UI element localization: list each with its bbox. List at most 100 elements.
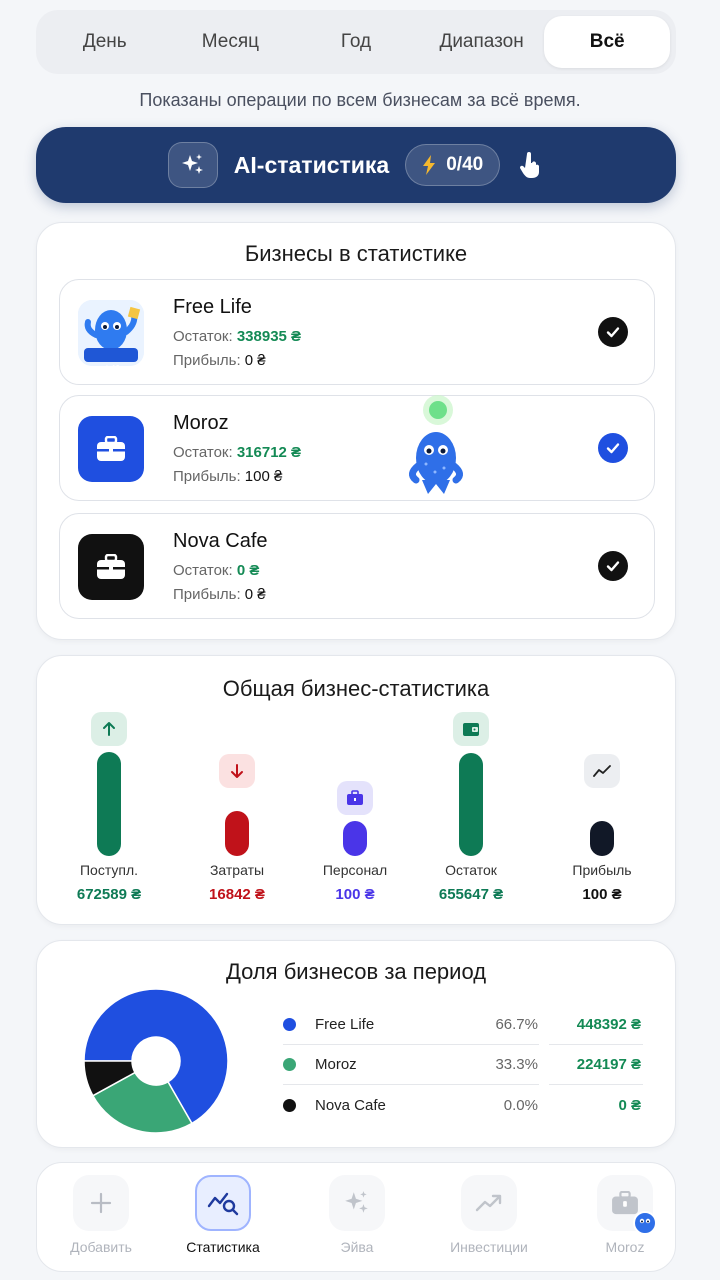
business-share-title: Доля бизнесов за период [225, 959, 487, 984]
bottom-navigation: Добавить Статистика Эйва Инвестиции Moro… [36, 1162, 676, 1272]
tab-year[interactable]: Год [293, 16, 419, 68]
business-share-card: Доля бизнесов за период Free Life 66.7% … [36, 940, 676, 1148]
profit-label: Прибыль: [173, 586, 241, 603]
tab-month[interactable]: Месяц [168, 16, 294, 68]
nav-label: Добавить [70, 1239, 132, 1255]
business-name: Free Life [173, 296, 252, 318]
legend-amount: 224197 ₴ [576, 1056, 641, 1073]
business-name: Nova Cafe [173, 530, 268, 552]
staff-briefcase-icon [337, 781, 373, 815]
stat-label: Прибыль [572, 862, 632, 878]
tab-day[interactable]: День [42, 16, 168, 68]
profit-value: 0 ₴ [244, 352, 266, 369]
balance-value: 338935 ₴ [236, 328, 302, 345]
ai-statistics-title: AI-статистика [233, 151, 390, 178]
tab-range[interactable]: Диапазон [419, 16, 545, 68]
legend-dot [283, 1099, 296, 1112]
mascot-badge-icon [633, 1211, 657, 1235]
ai-usage-counter: 0/40 [405, 144, 501, 186]
legend-dot [283, 1058, 296, 1071]
stat-value: 655647 ₴ [438, 886, 504, 903]
stat-label: Персонал [322, 862, 388, 878]
stat-value: 16842 ₴ [209, 886, 265, 903]
free-life-logo-text: reeLife [88, 364, 144, 366]
stat-bar [97, 752, 121, 856]
plus-icon [73, 1175, 129, 1231]
legend-dot [283, 1018, 296, 1031]
business-item-moroz[interactable]: Moroz Остаток: 316712 ₴ Прибыль: 100 ₴ [59, 395, 655, 501]
balance-value: 0 ₴ [236, 562, 260, 579]
profit-value: 0 ₴ [244, 586, 266, 603]
sparkles-icon [329, 1175, 385, 1231]
briefcase-logo [78, 416, 144, 482]
arrow-up-icon [91, 712, 127, 746]
check-icon[interactable] [598, 433, 628, 463]
legend-amount: 0 ₴ [618, 1097, 641, 1114]
business-stats-card: Общая бизнес-статистика Поступл. 672589 … [36, 655, 676, 925]
business-stats-title: Общая бизнес-статистика [222, 676, 490, 701]
stat-bar [459, 753, 483, 856]
legend-name: Free Life [315, 1016, 375, 1033]
share-donut-chart [83, 988, 229, 1134]
legend-row-nova-cafe: Nova Cafe 0.0% 0 ₴ [283, 1086, 643, 1126]
profit-label: Прибыль: [173, 468, 241, 485]
divider [283, 1084, 539, 1085]
legend-name: Nova Cafe [315, 1097, 386, 1114]
business-balance-line: Остаток: 338935 ₴ [173, 328, 301, 345]
stat-bar [225, 811, 249, 856]
sparkles-icon [167, 142, 218, 188]
stats-search-icon [195, 1175, 251, 1231]
balance-label: Остаток: [173, 562, 233, 579]
stat-value: 100 ₴ [582, 886, 622, 903]
legend-name: Moroz [315, 1056, 357, 1073]
ai-statistics-button[interactable]: AI-статистика 0/40 [36, 127, 676, 203]
trend-icon [584, 754, 620, 788]
stat-label: Остаток [445, 862, 497, 878]
profit-value: 100 ₴ [244, 468, 283, 485]
ai-usage-count: 0/40 [446, 154, 484, 175]
nav-eva[interactable]: Эйва [293, 1163, 421, 1273]
business-balance-line: Остаток: 0 ₴ [173, 562, 259, 579]
mascot-icon[interactable] [404, 394, 468, 498]
nav-business-moroz[interactable]: Moroz [561, 1163, 689, 1273]
legend-row-free-life: Free Life 66.7% 448392 ₴ [283, 1005, 643, 1045]
business-item-nova-cafe[interactable]: Nova Cafe Остаток: 0 ₴ Прибыль: 0 ₴ [59, 513, 655, 619]
divider [549, 1084, 643, 1085]
profit-label: Прибыль: [173, 352, 241, 369]
nav-label: Moroz [605, 1239, 645, 1255]
nav-add[interactable]: Добавить [37, 1163, 165, 1273]
stat-bar [590, 821, 614, 856]
balance-label: Остаток: [173, 328, 233, 345]
nav-label: Инвестиции [450, 1239, 528, 1255]
tab-all[interactable]: Всё [544, 16, 670, 68]
business-profit-line: Прибыль: 100 ₴ [173, 468, 282, 485]
trend-up-icon [461, 1175, 517, 1231]
businesses-card-title: Бизнесы в статистике [244, 241, 468, 266]
legend-row-moroz: Moroz 33.3% 224197 ₴ [283, 1045, 643, 1085]
arrow-down-icon [219, 754, 255, 788]
nav-statistics[interactable]: Статистика [159, 1163, 287, 1273]
tap-hand-icon [516, 150, 544, 180]
business-profit-line: Прибыль: 0 ₴ [173, 352, 266, 369]
balance-label: Остаток: [173, 444, 233, 461]
business-profit-line: Прибыль: 0 ₴ [173, 586, 266, 603]
balance-value: 316712 ₴ [236, 444, 302, 461]
legend-percent: 33.3% [495, 1056, 538, 1073]
nav-label: Статистика [186, 1239, 260, 1255]
stat-value: 100 ₴ [335, 886, 375, 903]
stat-value: 672589 ₴ [76, 886, 142, 903]
business-item-free-life[interactable]: reeLife Free Life Остаток: 338935 ₴ Приб… [59, 279, 655, 385]
businesses-card: Бизнесы в статистике reeLife Free Life О… [36, 222, 676, 640]
nav-label: Эйва [340, 1239, 374, 1255]
period-description: Показаны операции по всем бизнесам за вс… [139, 90, 581, 110]
period-tabs: День Месяц Год Диапазон Всё [36, 10, 676, 74]
business-balance-line: Остаток: 316712 ₴ [173, 444, 301, 461]
briefcase-icon [597, 1175, 657, 1235]
stat-bar [343, 821, 367, 856]
check-icon[interactable] [598, 317, 628, 347]
nav-investments[interactable]: Инвестиции [425, 1163, 553, 1273]
legend-percent: 66.7% [495, 1016, 538, 1033]
wallet-icon [453, 712, 489, 746]
check-icon[interactable] [598, 551, 628, 581]
business-name: Moroz [173, 412, 229, 434]
